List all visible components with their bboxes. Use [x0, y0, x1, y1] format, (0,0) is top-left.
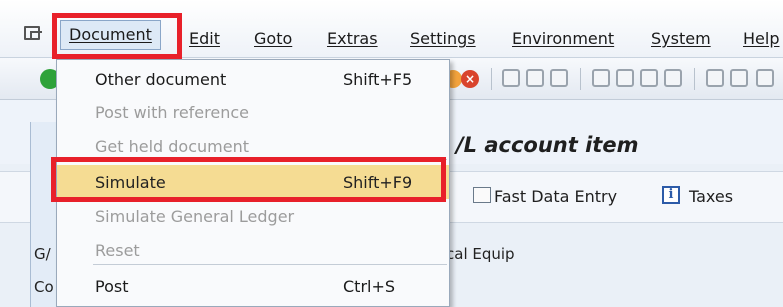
company-code-label: Co [34, 278, 54, 296]
menu-item-label: Reset [95, 241, 140, 260]
menu-separator [93, 159, 447, 160]
menu-item-label: Post with reference [95, 103, 249, 122]
document-dropdown-menu: Other document Shift+F5 Post with refere… [56, 59, 450, 307]
menu-item-label: Other document [95, 70, 227, 89]
cancel-icon[interactable]: × [461, 70, 479, 88]
menu-item-shortcut: Shift+F9 [343, 173, 413, 192]
create-session-icon[interactable] [706, 69, 724, 87]
menu-item-reset: Reset [57, 233, 449, 267]
menu-separator [93, 264, 447, 265]
fast-data-entry-icon [473, 187, 491, 203]
system-menu-icon[interactable] [24, 26, 42, 40]
toolbar-separator [491, 68, 492, 90]
info-icon: i [662, 186, 680, 204]
menu-item-simulate-general-ledger: Simulate General Ledger [57, 199, 449, 233]
menu-item-label: Post [95, 277, 129, 296]
toolbar-separator [580, 68, 581, 90]
menu-item-label: Get held document [95, 137, 249, 156]
fast-data-entry-button[interactable]: Fast Data Entry [494, 187, 617, 206]
next-page-icon[interactable] [640, 69, 658, 87]
gl-account-label: G/ [34, 245, 51, 263]
layout-icon[interactable] [756, 69, 774, 87]
shortcut-icon[interactable] [730, 69, 748, 87]
menu-item-get-held-document: Get held document [57, 129, 449, 163]
find-icon[interactable] [526, 69, 544, 87]
menu-environment[interactable]: Environment [512, 29, 614, 48]
taxes-button[interactable]: Taxes [689, 187, 733, 206]
menu-item-other-document[interactable]: Other document Shift+F5 [57, 62, 449, 96]
menu-item-label: Simulate [95, 173, 166, 192]
menu-help[interactable]: Help [743, 29, 779, 48]
first-page-icon[interactable] [592, 69, 610, 87]
menu-goto[interactable]: Goto [254, 29, 292, 48]
menu-document[interactable]: Document [60, 20, 161, 50]
menu-edit[interactable]: Edit [189, 29, 220, 48]
menu-item-shortcut: Shift+F5 [343, 70, 413, 89]
menu-settings[interactable]: Settings [410, 29, 476, 48]
menu-item-post-with-reference: Post with reference [57, 95, 449, 129]
menu-item-simulate[interactable]: Simulate Shift+F9 [57, 165, 449, 199]
page-title: /L account item [456, 133, 639, 157]
menu-item-label: Simulate General Ledger [95, 207, 295, 226]
account-description: cal Equip [446, 245, 515, 263]
last-page-icon[interactable] [664, 69, 682, 87]
toolbar-separator [694, 68, 695, 90]
menu-item-post[interactable]: Post Ctrl+S [57, 269, 449, 303]
menu-item-shortcut: Ctrl+S [343, 277, 396, 296]
find-next-icon[interactable] [550, 69, 568, 87]
previous-page-icon[interactable] [616, 69, 634, 87]
menu-extras[interactable]: Extras [327, 29, 378, 48]
menu-system[interactable]: System [651, 29, 711, 48]
print-icon[interactable] [502, 69, 520, 87]
menu-bar: Document Edit Goto Extras Settings Envir… [0, 0, 783, 58]
